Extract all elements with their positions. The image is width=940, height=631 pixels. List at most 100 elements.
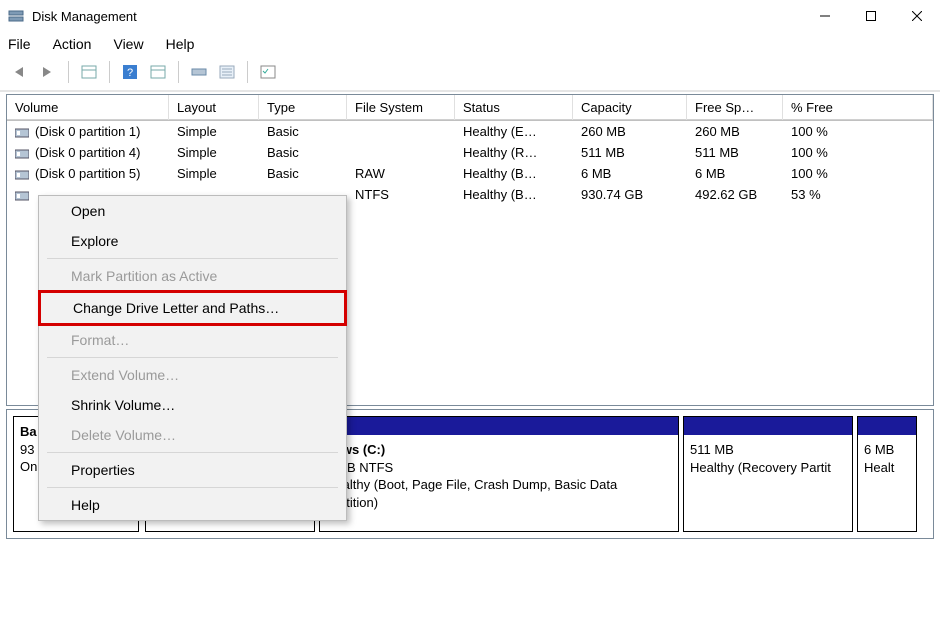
toolbar-separator: [68, 61, 69, 83]
toolbar-btn-1[interactable]: [77, 60, 101, 84]
table-body: (Disk 0 partition 1)SimpleBasicHealthy (…: [7, 121, 933, 205]
col-capacity[interactable]: Capacity: [573, 95, 687, 120]
cell-pctfree: 53 %: [783, 186, 933, 203]
col-freespace[interactable]: Free Sp…: [687, 95, 783, 120]
cell-status: Healthy (R…: [455, 144, 573, 161]
toolbar-btn-5[interactable]: [256, 60, 280, 84]
toolbar-btn-3[interactable]: [187, 60, 211, 84]
partition-status: Healt: [864, 459, 910, 477]
partition-block[interactable]: 511 MBHealthy (Recovery Partit: [683, 416, 853, 532]
menu-view[interactable]: View: [113, 36, 143, 52]
menu-file[interactable]: File: [8, 36, 31, 52]
cell-capacity: 930.74 GB: [573, 186, 687, 203]
cell-type: Basic: [259, 123, 347, 140]
maximize-icon: [866, 11, 876, 21]
disk-icon: [191, 64, 207, 80]
context-menu-item[interactable]: Change Drive Letter and Paths…: [38, 290, 347, 326]
toolbar-separator: [109, 61, 110, 83]
cell-pctfree: 100 %: [783, 144, 933, 161]
context-menu-item[interactable]: Explore: [39, 226, 346, 256]
cell-layout: Simple: [169, 165, 259, 182]
back-button[interactable]: [8, 60, 32, 84]
close-icon: [912, 11, 922, 21]
help-button[interactable]: ?: [118, 60, 142, 84]
minimize-icon: [820, 11, 830, 21]
cell-freespace: 6 MB: [687, 165, 783, 182]
col-volume[interactable]: Volume: [7, 95, 169, 120]
table-row[interactable]: (Disk 0 partition 5)SimpleBasicRAWHealth…: [7, 163, 933, 184]
partition-block[interactable]: dows (C:)4 GB NTFSHealthy (Boot, Page Fi…: [319, 416, 679, 532]
context-menu-item[interactable]: Help: [39, 490, 346, 520]
partition-size: 511 MB: [690, 441, 846, 459]
cell-filesystem: RAW: [347, 165, 455, 182]
minimize-button[interactable]: [802, 0, 848, 32]
cell-freespace: 260 MB: [687, 123, 783, 140]
toolbar: ?: [0, 56, 940, 92]
cell-volume: (Disk 0 partition 1): [7, 123, 169, 140]
context-menu-separator: [47, 452, 338, 453]
context-menu-separator: [47, 357, 338, 358]
col-status[interactable]: Status: [455, 95, 573, 120]
app-icon: [8, 8, 24, 24]
cell-pctfree: 100 %: [783, 123, 933, 140]
cell-freespace: 511 MB: [687, 144, 783, 161]
menu-help[interactable]: Help: [166, 36, 195, 52]
cell-filesystem: [347, 123, 455, 140]
window-controls: [802, 0, 940, 32]
col-pctfree[interactable]: % Free: [783, 95, 933, 120]
arrow-right-icon: [39, 65, 57, 79]
partition-status: Healthy (Boot, Page File, Crash Dump, Ba…: [326, 476, 672, 511]
context-menu-item[interactable]: Shrink Volume…: [39, 390, 346, 420]
check-list-icon: [260, 64, 276, 80]
context-menu-separator: [47, 258, 338, 259]
cell-status: Healthy (E…: [455, 123, 573, 140]
cell-filesystem: NTFS: [347, 186, 455, 203]
context-menu-item: Extend Volume…: [39, 360, 346, 390]
cell-capacity: 6 MB: [573, 165, 687, 182]
toolbar-separator: [247, 61, 248, 83]
context-menu: OpenExplore Mark Partition as ActiveChang…: [38, 195, 347, 521]
cell-status: Healthy (B…: [455, 165, 573, 182]
cell-capacity: 260 MB: [573, 123, 687, 140]
close-button[interactable]: [894, 0, 940, 32]
arrow-left-icon: [11, 65, 29, 79]
table-row[interactable]: (Disk 0 partition 4)SimpleBasicHealthy (…: [7, 142, 933, 163]
list-icon: [219, 64, 235, 80]
titlebar: Disk Management: [0, 0, 940, 32]
partition-name: dows (C:): [326, 441, 672, 459]
col-type[interactable]: Type: [259, 95, 347, 120]
context-menu-item[interactable]: Open: [39, 196, 346, 226]
partition-color-bar: [684, 417, 852, 435]
context-menu-item: Delete Volume…: [39, 420, 346, 450]
window-title: Disk Management: [32, 9, 802, 24]
panel-icon: [81, 64, 97, 80]
cell-type: Basic: [259, 165, 347, 182]
toolbar-btn-2[interactable]: [146, 60, 170, 84]
cell-freespace: 492.62 GB: [687, 186, 783, 203]
table-row[interactable]: (Disk 0 partition 1)SimpleBasic Healthy (…: [7, 121, 933, 142]
partition-size: 4 GB NTFS: [326, 459, 672, 477]
partition-status: Healthy (Recovery Partit: [690, 459, 846, 477]
menu-action[interactable]: Action: [53, 36, 92, 52]
menubar: File Action View Help: [0, 32, 940, 56]
context-menu-item: Format…: [39, 325, 346, 355]
help-icon: ?: [122, 64, 138, 80]
context-menu-item[interactable]: Properties: [39, 455, 346, 485]
partition-size: 6 MB: [864, 441, 910, 459]
toolbar-separator: [178, 61, 179, 83]
cell-filesystem: [347, 144, 455, 161]
maximize-button[interactable]: [848, 0, 894, 32]
context-menu-separator: [47, 487, 338, 488]
toolbar-btn-4[interactable]: [215, 60, 239, 84]
cell-capacity: 511 MB: [573, 144, 687, 161]
cell-volume: (Disk 0 partition 4): [7, 144, 169, 161]
forward-button[interactable]: [36, 60, 60, 84]
cell-layout: Simple: [169, 144, 259, 161]
context-menu-item: Mark Partition as Active: [39, 261, 346, 291]
cell-layout: Simple: [169, 123, 259, 140]
panel-icon: [150, 64, 166, 80]
col-layout[interactable]: Layout: [169, 95, 259, 120]
partition-block[interactable]: 6 MBHealt: [857, 416, 917, 532]
col-filesystem[interactable]: File System: [347, 95, 455, 120]
partition-color-bar: [320, 417, 678, 435]
